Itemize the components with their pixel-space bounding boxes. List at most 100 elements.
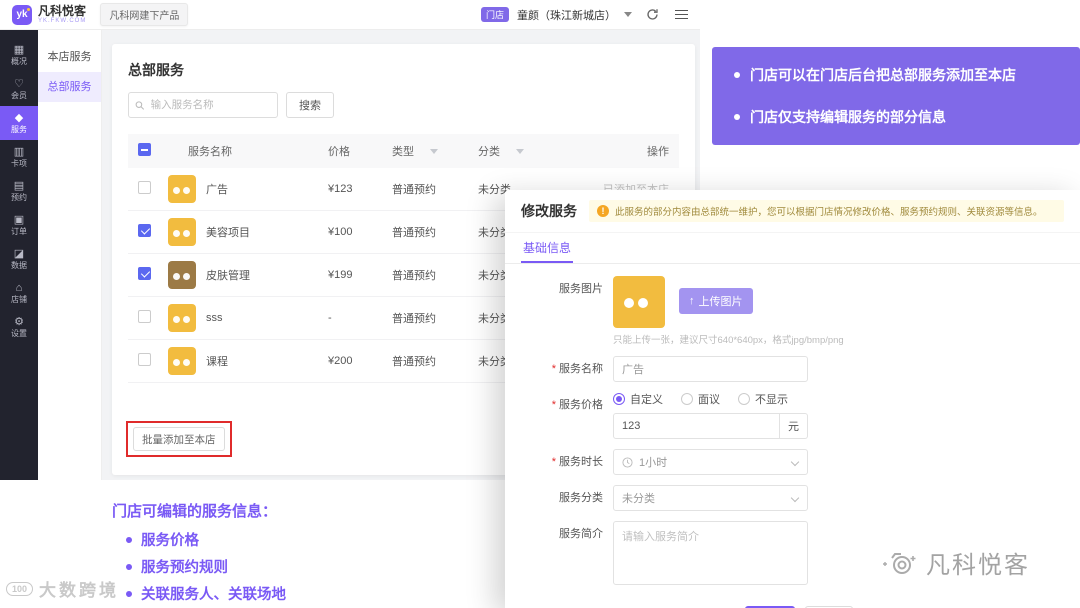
search-button[interactable]: 搜索 <box>286 92 334 118</box>
notes-title: 门店可编辑的服务信息： <box>112 503 278 520</box>
service-type: 普通预约 <box>392 227 436 239</box>
filter-icon[interactable] <box>430 148 438 154</box>
sidebar-item-bookings[interactable]: ▤ 预约 <box>0 174 38 208</box>
search-box <box>128 92 278 118</box>
bullet-icon <box>126 590 132 597</box>
upload-arrow-icon: ↑ <box>689 295 695 307</box>
modal-tabs: 基础信息 <box>505 233 1080 264</box>
orders-icon: ▣ <box>13 213 25 226</box>
search-input[interactable] <box>148 98 271 112</box>
note-item: 关联服务人、关联场地 <box>126 583 286 604</box>
row-checkbox[interactable] <box>138 310 151 323</box>
service-price: ¥123 <box>328 183 353 195</box>
row-checkbox[interactable] <box>138 353 151 366</box>
watermark-left: 100 大数跨境 <box>6 576 119 601</box>
bullet-icon <box>734 72 740 78</box>
service-price: ¥199 <box>328 269 353 281</box>
sidebar-item-members[interactable]: ♡ 会员 <box>0 72 38 106</box>
store-selector[interactable]: 童颜（珠江新城店） <box>517 7 616 23</box>
sidebar-item-cards[interactable]: ▥ 卡项 <box>0 140 38 174</box>
table-header: 服务名称 价格 类型 分类 操作 <box>128 134 679 168</box>
menu-icon[interactable] <box>675 9 688 20</box>
field-service-name: 服务名称 <box>521 356 1064 382</box>
radio-hidden-price[interactable]: 不显示 <box>738 391 788 407</box>
page: yk 凡科悦客 YK.FKW.COM 凡科网建下产品 门店 童颜（珠江新城店） … <box>0 0 1080 608</box>
modal-footer: 保存 取消 <box>521 600 1064 608</box>
service-type: 普通预约 <box>392 270 436 282</box>
field-service-price: 服务价格 自定义 面议 不显示 元 <box>521 392 1064 439</box>
sidebar-item-overview[interactable]: ▦ 概况 <box>0 38 38 72</box>
search-row: 搜索 <box>128 92 679 118</box>
sidebar-item-orders[interactable]: ▣ 订单 <box>0 208 38 242</box>
service-name: sss <box>206 312 223 324</box>
service-thumbnail <box>168 261 196 289</box>
app-logo: yk 凡科悦客 YK.FKW.COM <box>12 4 86 25</box>
logo-title: 凡科悦客 <box>38 3 87 18</box>
shop-icon: ⌂ <box>15 281 23 294</box>
product-tag[interactable]: 凡科网建下产品 <box>100 3 189 26</box>
duration-select[interactable]: 1小时 <box>613 449 808 475</box>
topbar: yk 凡科悦客 YK.FKW.COM 凡科网建下产品 门店 童颜（珠江新城店） <box>0 0 700 30</box>
price-unit: 元 <box>780 413 808 439</box>
bullet-icon <box>126 563 132 570</box>
service-thumbnail <box>168 175 196 203</box>
watermark-right-text: 凡科悦客 <box>926 552 1030 579</box>
members-icon: ♡ <box>14 77 24 90</box>
radio-icon <box>613 393 625 405</box>
annotation-red-box: 批量添加至本店 <box>126 421 232 457</box>
service-name: 课程 <box>206 356 228 368</box>
category-select[interactable]: 未分类 <box>613 485 808 511</box>
page-title: 总部服务 <box>128 62 184 78</box>
cards-icon: ▥ <box>13 145 25 158</box>
sidebar-item-services[interactable]: ◆ 服务 <box>0 106 38 140</box>
data-icon: ◪ <box>13 247 25 260</box>
service-price: ¥100 <box>328 226 353 238</box>
service-thumbnail <box>168 304 196 332</box>
settings-icon: ⚙ <box>14 315 24 328</box>
upload-button[interactable]: ↑ 上传图片 <box>679 288 753 314</box>
chevron-down-icon <box>790 493 800 503</box>
tab-basic-info[interactable]: 基础信息 <box>521 233 574 263</box>
column-header-price: 价格 <box>328 146 350 158</box>
service-type: 普通预约 <box>392 356 436 368</box>
filter-icon[interactable] <box>516 148 524 154</box>
note-item: 服务预约规则 <box>126 556 286 577</box>
clock-icon <box>622 456 633 468</box>
refresh-icon[interactable] <box>646 8 659 21</box>
service-image-preview <box>613 276 665 328</box>
service-name-input[interactable] <box>613 356 808 382</box>
warning-icon: ! <box>597 205 609 217</box>
menu-item-local-services[interactable]: 本店服务 <box>38 42 101 72</box>
price-input[interactable] <box>613 413 780 439</box>
row-checkbox[interactable] <box>138 224 151 237</box>
batch-add-button[interactable]: 批量添加至本店 <box>133 427 225 451</box>
store-badge: 门店 <box>480 7 509 22</box>
chevron-down-icon <box>790 457 800 467</box>
price-mode-radios: 自定义 面议 不显示 <box>613 392 1064 406</box>
sidebar-item-settings[interactable]: ⚙ 设置 <box>0 310 38 344</box>
note-item: 服务价格 <box>126 529 286 550</box>
field-service-image: 服务图片 ↑ 上传图片 只能上传一张，建议尺寸640*640px，格式jpg/bm… <box>521 276 1064 346</box>
select-all-checkbox[interactable] <box>138 143 151 156</box>
intro-textarea[interactable] <box>613 521 808 585</box>
service-thumbnail <box>168 218 196 246</box>
row-checkbox[interactable] <box>138 267 151 280</box>
service-name: 广告 <box>206 184 228 196</box>
menu-item-hq-services[interactable]: 总部服务 <box>38 72 101 102</box>
logo-icon: yk <box>12 4 32 25</box>
sidebar-item-data[interactable]: ◪ 数据 <box>0 242 38 276</box>
service-type: 普通预约 <box>392 184 436 196</box>
topbar-right: 门店 童颜（珠江新城店） <box>480 7 688 23</box>
camera-doodle-icon <box>883 552 916 574</box>
logo-subtitle: YK.FKW.COM <box>38 17 87 24</box>
overview-icon: ▦ <box>13 43 25 56</box>
radio-custom-price[interactable]: 自定义 <box>613 391 663 407</box>
sidebar-item-shop[interactable]: ⌂ 店铺 <box>0 276 38 310</box>
bookings-icon: ▤ <box>13 179 25 192</box>
primary-sidebar: ▦ 概况 ♡ 会员 ◆ 服务 ▥ 卡项 ▤ 预约 ▣ 订单 ◪ 数据 ⌂ 店铺 <box>0 30 38 480</box>
logo-text: 凡科悦客 YK.FKW.COM <box>38 5 86 25</box>
chevron-down-icon[interactable] <box>624 12 632 17</box>
radio-icon <box>681 393 693 405</box>
radio-negotiable-price[interactable]: 面议 <box>681 391 720 407</box>
row-checkbox[interactable] <box>138 181 151 194</box>
